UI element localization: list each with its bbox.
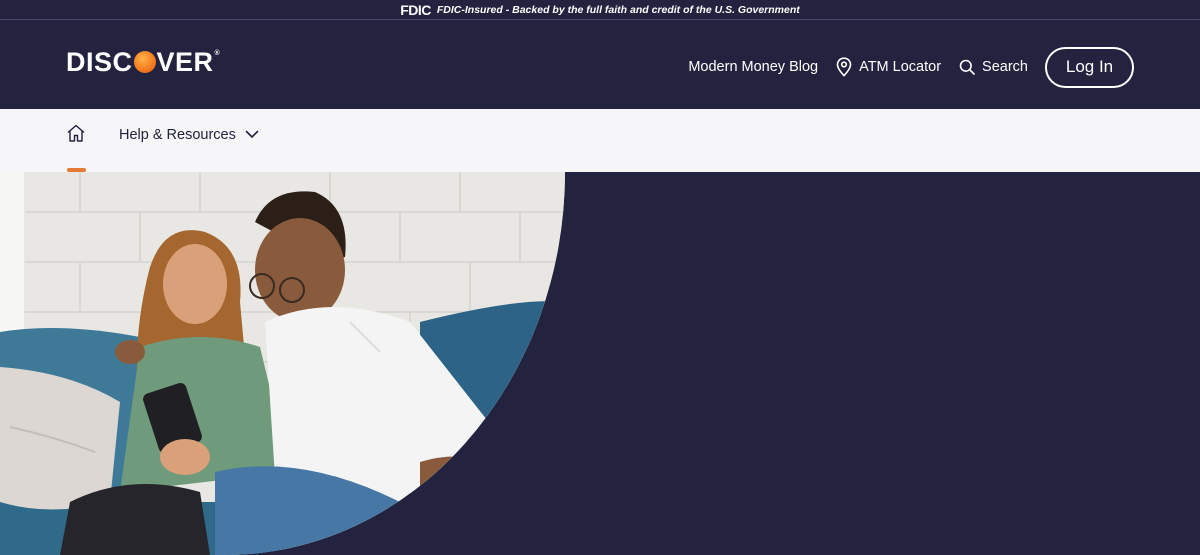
search-icon (959, 59, 975, 75)
hero-section (0, 172, 1200, 555)
help-resources-label: Help & Resources (119, 127, 236, 143)
hero-image (0, 172, 565, 555)
blog-link[interactable]: Modern Money Blog (688, 59, 818, 75)
logo-text-start: DISC (66, 46, 133, 77)
logo-orange-dot (133, 51, 156, 73)
fdic-banner: FDIC FDIC-Insured - Backed by the full f… (0, 0, 1200, 20)
atm-locator-label: ATM Locator (859, 59, 942, 75)
main-header: DISC VER ® Modern Money Blog ATM Locator S… (0, 21, 1200, 109)
blog-link-label: Modern Money Blog (688, 59, 819, 75)
fdic-logo: FDIC (400, 1, 431, 18)
home-icon[interactable] (66, 123, 86, 143)
search-link[interactable]: Search (959, 59, 1028, 75)
discover-logo[interactable]: DISC VER ® (66, 46, 221, 77)
search-label: Search (982, 59, 1028, 75)
login-button[interactable]: Log In (1045, 46, 1134, 88)
secondary-nav: Help & Resources (0, 109, 1200, 172)
chevron-down-icon (245, 127, 259, 143)
logo-text-end: VER (156, 46, 214, 77)
header-nav: Modern Money Blog ATM Locator Search Log… (688, 46, 1134, 88)
login-label: Log In (1065, 57, 1114, 76)
atm-locator-link[interactable]: ATM Locator (836, 57, 941, 77)
help-resources-menu[interactable]: Help & Resources (119, 127, 259, 143)
fdic-text: FDIC-Insured - Backed by the full faith … (436, 3, 800, 16)
trademark-mark: ® (214, 50, 221, 57)
map-pin-icon (836, 57, 852, 77)
